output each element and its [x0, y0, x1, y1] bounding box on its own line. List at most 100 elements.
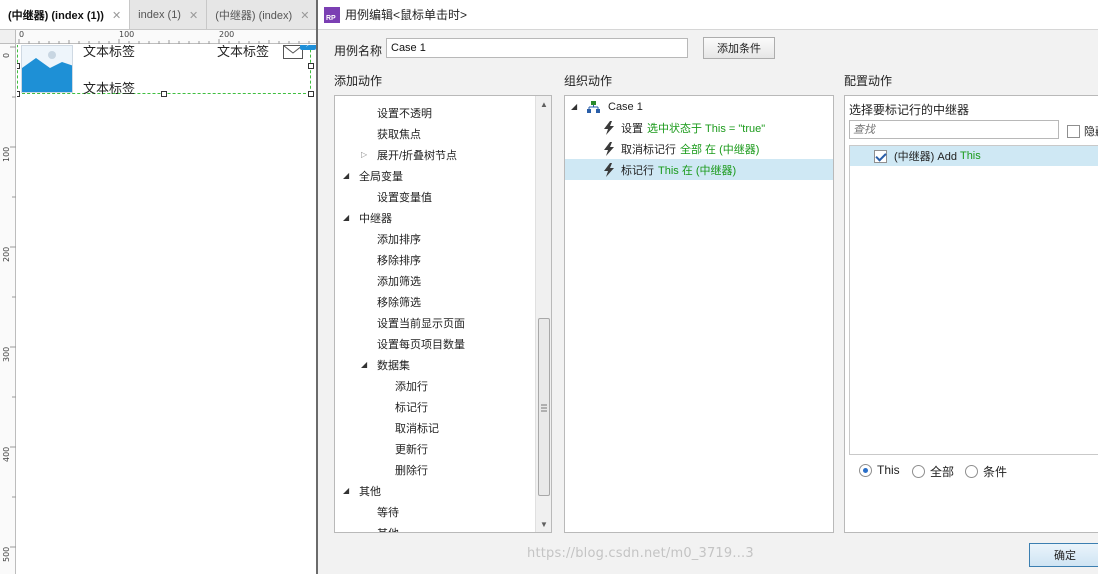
action-item[interactable]: 设置变量值 — [377, 186, 432, 207]
action-verb: 取消标记行 — [621, 143, 676, 156]
scroll-up-arrow-icon[interactable]: ▲ — [536, 96, 551, 112]
ruler-ticks — [10, 46, 16, 548]
action-item[interactable]: 等待 — [377, 501, 399, 522]
image-placeholder-icon[interactable] — [21, 45, 73, 93]
close-icon[interactable]: ✕ — [189, 9, 198, 22]
action-item[interactable]: 添加行 — [395, 375, 428, 396]
action-row[interactable]: 设置 选中状态于 This = "true" — [565, 117, 833, 138]
collapse-arrow-icon[interactable]: ◢ — [571, 102, 581, 111]
action-row-selected[interactable]: 标记行 This 在 (中继器) — [565, 159, 833, 180]
scrollbar-thumb[interactable] — [538, 318, 550, 496]
ruler-label: 0 — [2, 52, 11, 58]
radio-all-button[interactable] — [912, 465, 925, 478]
resize-handle[interactable] — [17, 91, 20, 97]
action-item[interactable]: 移除排序 — [377, 249, 421, 270]
radio-this-label: This — [877, 463, 900, 477]
tab-label: (中继器) (index) — [215, 10, 293, 22]
radio-all[interactable]: 全部 — [912, 463, 954, 480]
collapse-arrow-icon[interactable]: ◢ — [343, 213, 353, 222]
select-repeater-label: 选择要标记行的中继器 — [849, 103, 970, 117]
action-detail: 全部 在 (中继器) — [680, 143, 760, 156]
action-row[interactable]: 取消标记行 全部 在 (中继器) — [565, 138, 833, 159]
case-tree-icon — [587, 100, 600, 113]
radio-condition[interactable]: 条件 — [965, 463, 1007, 480]
action-item[interactable]: 删除行 — [395, 459, 428, 480]
action-item[interactable]: 标记行 — [395, 396, 428, 417]
tree-group-global-variables[interactable]: ◢ 全局变量 — [343, 165, 403, 186]
action-item[interactable]: 添加排序 — [377, 228, 421, 249]
scroll-down-arrow-icon[interactable]: ▼ — [536, 516, 551, 532]
action-item[interactable]: 设置不透明 — [377, 102, 432, 123]
tab-repeater-index[interactable]: (中继器) (index) ✕ — [207, 0, 316, 29]
lightning-icon — [604, 162, 614, 177]
dialog-title: 用例编辑<鼠标单击时> — [345, 8, 468, 22]
add-condition-button[interactable]: 添加条件 — [703, 37, 775, 59]
tab-index-1[interactable]: index (1) ✕ — [130, 0, 208, 29]
tab-label: (中继器) (index (1)) — [8, 10, 104, 22]
horizontal-ruler: 0 100 200 — [16, 30, 316, 44]
action-item[interactable]: 其他 — [377, 522, 399, 533]
close-icon[interactable]: ✕ — [300, 9, 309, 22]
repeater-list-item[interactable]: (中继器) Add This — [850, 146, 1098, 166]
repeater-target: This — [959, 150, 981, 162]
ruler-label: 0 — [19, 30, 25, 39]
lightning-icon — [604, 120, 614, 135]
text-label[interactable]: 文本标签 — [217, 45, 269, 60]
close-icon[interactable]: ✕ — [112, 9, 121, 22]
radio-this[interactable]: This — [859, 463, 900, 477]
ruler-label: 100 — [2, 146, 11, 162]
repeater-list: (中继器) Add This — [849, 145, 1098, 455]
action-detail: 选中状态于 This = "true" — [647, 122, 766, 135]
action-verb: 标记行 — [621, 164, 654, 177]
add-actions-title: 添加动作 — [334, 74, 383, 88]
ruler-label: 200 — [219, 30, 235, 39]
resize-handle[interactable] — [161, 91, 167, 97]
vertical-scrollbar[interactable]: ▲ ▼ — [535, 96, 551, 532]
configure-actions-title: 配置动作 — [844, 74, 893, 88]
grip-icon — [541, 404, 547, 412]
lightning-icon — [604, 141, 614, 156]
text-label[interactable]: 文本标签 — [83, 78, 135, 97]
resize-handle[interactable] — [308, 63, 314, 69]
design-canvas[interactable]: 文本标签 文本标签 文本标签 ⚡ — [17, 45, 316, 574]
ok-button[interactable]: 确定 — [1029, 543, 1098, 567]
repeater-name: (中继器) Add — [894, 151, 957, 163]
radio-this-button[interactable] — [859, 463, 872, 477]
collapse-arrow-icon[interactable]: ◢ — [343, 171, 353, 180]
tab-repeater-index-1[interactable]: (中继器) (index (1)) ✕ — [0, 0, 131, 29]
tree-group-other[interactable]: ◢ 其他 — [343, 480, 381, 501]
tree-group-dataset[interactable]: ◢ 数据集 — [361, 354, 410, 375]
action-item[interactable]: 更新行 — [395, 438, 428, 459]
action-item[interactable]: 获取焦点 — [377, 123, 421, 144]
ruler-label: 200 — [2, 246, 11, 262]
hide-unnamed-toggle[interactable]: 隐藏 — [1067, 123, 1098, 139]
tree-group-repeater[interactable]: ◢ 中继器 — [343, 207, 392, 228]
text-label[interactable]: 文本标签 — [83, 45, 135, 60]
ruler-label: 300 — [2, 346, 11, 362]
action-item[interactable]: 设置当前显示页面 — [377, 312, 465, 333]
ruler-label: 100 — [119, 30, 135, 39]
resize-handle[interactable] — [308, 91, 314, 97]
organize-actions-panel: ◢ Case 1 设置 选中状态于 This = "true" 取消标记行 全部… — [564, 95, 834, 533]
ruler-label: 500 — [2, 546, 11, 562]
dialog-titlebar: RP 用例编辑<鼠标单击时> — [318, 0, 1098, 30]
radio-condition-label: 条件 — [983, 465, 1008, 479]
action-item[interactable]: 移除筛选 — [377, 291, 421, 312]
action-item[interactable]: 取消标记 — [395, 417, 439, 438]
resize-handle[interactable] — [17, 63, 20, 69]
tree-node-expand-collapse[interactable]: ▷ 展开/折叠树节点 — [361, 144, 457, 165]
expand-arrow-icon[interactable]: ▷ — [361, 150, 371, 159]
organize-actions-title: 组织动作 — [564, 74, 613, 88]
action-item[interactable]: 添加筛选 — [377, 270, 421, 291]
case-node[interactable]: ◢ Case 1 — [565, 96, 833, 117]
repeater-checkbox[interactable] — [874, 149, 887, 163]
collapse-arrow-icon[interactable]: ◢ — [361, 360, 371, 369]
interaction-badge-icon: ⚡ — [300, 45, 316, 50]
ruler-label: 400 — [2, 446, 11, 462]
hide-checkbox[interactable] — [1067, 124, 1080, 138]
case-name-input[interactable] — [386, 38, 688, 58]
radio-condition-button[interactable] — [965, 465, 978, 478]
repeater-search-input[interactable] — [849, 120, 1059, 139]
collapse-arrow-icon[interactable]: ◢ — [343, 486, 353, 495]
action-item[interactable]: 设置每页项目数量 — [377, 333, 465, 354]
